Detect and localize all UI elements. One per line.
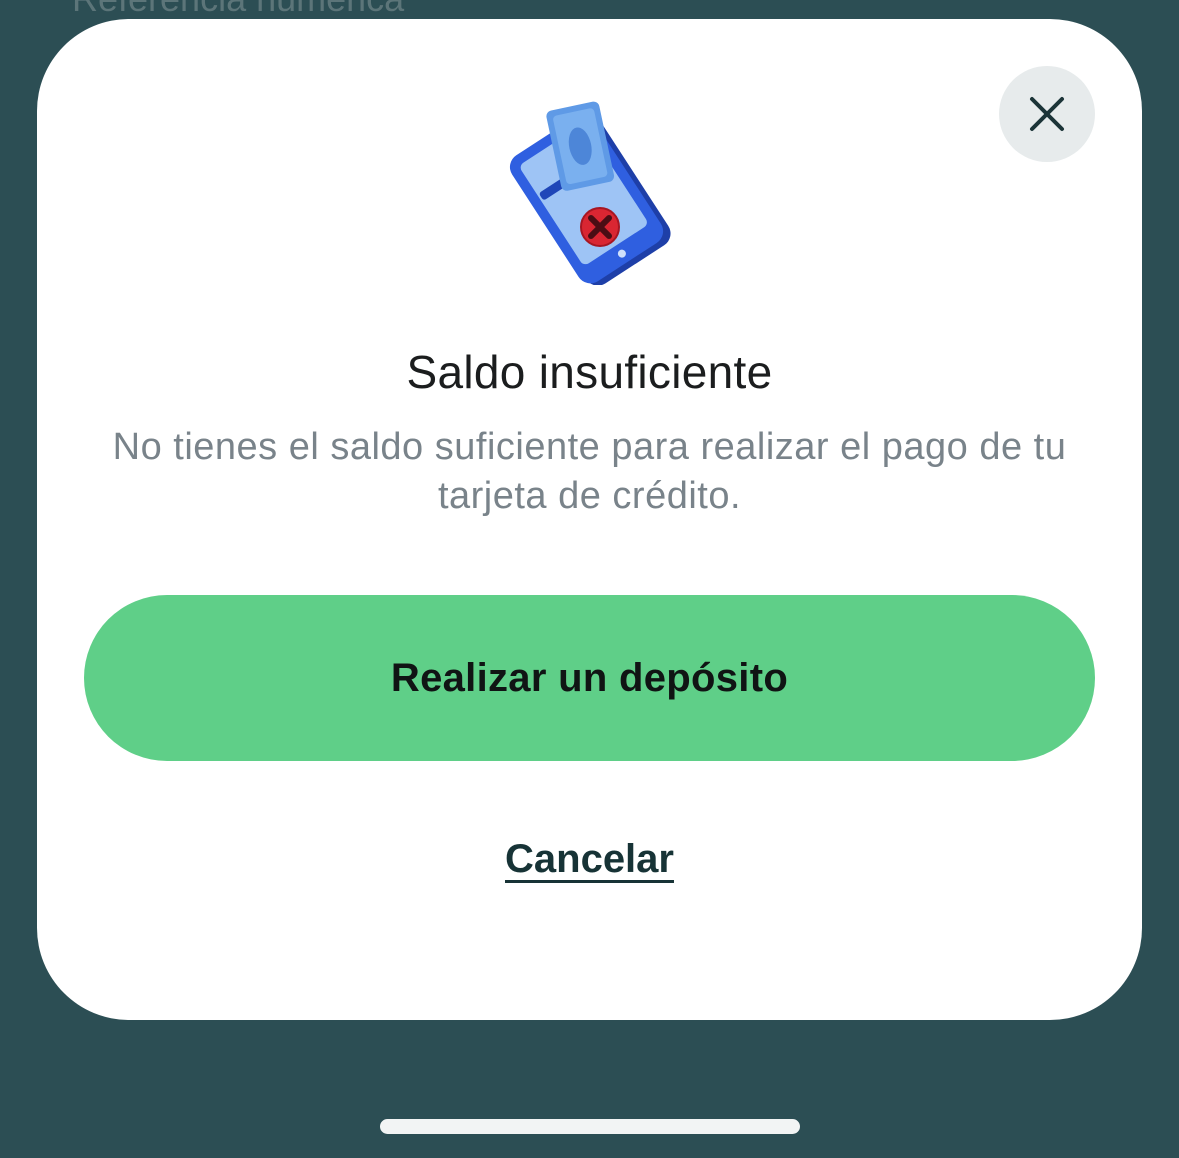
modal-title: Saldo insuficiente — [406, 346, 773, 398]
modal-message: No tienes el saldo suficiente para reali… — [112, 426, 1067, 517]
background-field-label: Referencia numérica — [72, 0, 404, 20]
make-deposit-button-label: Realizar un depósito — [390, 655, 789, 700]
phone-money-error-icon — [509, 101, 671, 285]
cancel-link[interactable]: Cancelar — [37, 837, 1142, 882]
close-button[interactable] — [999, 66, 1095, 162]
home-indicator[interactable] — [380, 1119, 800, 1134]
insufficient-balance-modal: Saldo insuficiente No tienes el saldo su… — [37, 19, 1142, 1020]
make-deposit-button[interactable]: Realizar un depósito — [84, 595, 1095, 761]
cancel-link-label: Cancelar — [505, 837, 674, 881]
close-icon — [1030, 97, 1064, 131]
